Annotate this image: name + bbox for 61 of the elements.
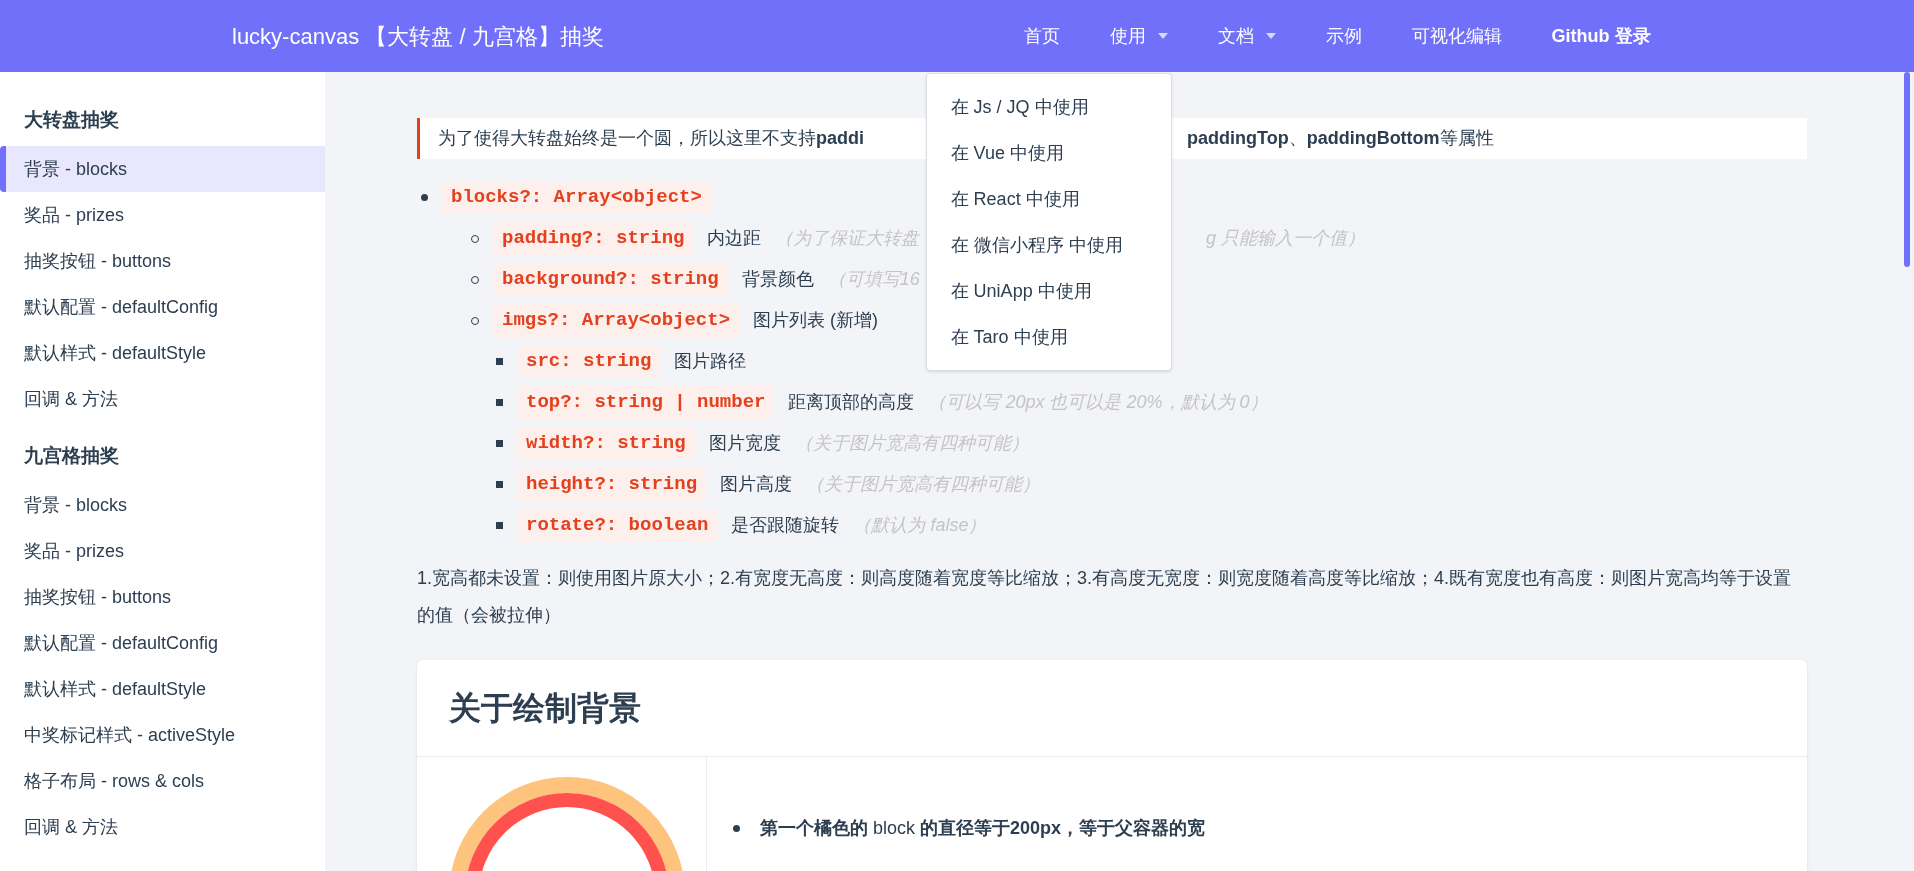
sidebar-item[interactable]: 背景 - blocks bbox=[0, 146, 325, 192]
nav-link[interactable]: 首页 bbox=[1023, 22, 1060, 50]
caret-icon bbox=[1265, 33, 1276, 39]
sidebar-item[interactable]: 默认样式 - defaultStyle bbox=[0, 330, 325, 376]
card-title: 关于绘制背景 bbox=[417, 660, 1807, 757]
sidebar-heading: 九宫格抽奖 bbox=[23, 443, 120, 468]
code-token: height?: string bbox=[517, 468, 707, 501]
property-description: 是否跟随旋转 bbox=[731, 514, 840, 537]
caret-icon bbox=[1157, 33, 1168, 39]
menu-item[interactable]: 在 UniApp 中使用 bbox=[926, 267, 1171, 314]
paragraph: 1.宽高都未设置：则使用图片原大小；2.有宽度无高度：则高度随着宽度等比缩放；3.有高度无宽度：则宽度随着高度等比缩放；4.既有宽度也有高度：则图片宽高均等于设置的值（会被拉伸） bbox=[417, 567, 1793, 627]
bullet-icon bbox=[496, 358, 503, 365]
sidebar-heading: 大转盘抽奖 bbox=[23, 107, 120, 132]
code-token: src: string bbox=[517, 345, 661, 378]
tip-text: paddingTop、paddingBottom等属性 bbox=[1187, 127, 1494, 150]
code-token: imgs?: Array<object> bbox=[493, 304, 740, 337]
scrollbar-thumb[interactable] bbox=[1904, 72, 1910, 267]
code-token: rotate?: boolean bbox=[517, 509, 718, 542]
bullet-icon bbox=[496, 481, 503, 488]
menu-item[interactable]: 在 React 中使用 bbox=[926, 175, 1171, 222]
tip-text: 为了使得大转盘始终是一个圆，所以这里不支持paddi bbox=[438, 127, 865, 150]
menu-item[interactable]: 在 Taro 中使用 bbox=[926, 313, 1171, 360]
property-description: 图片宽度 bbox=[708, 432, 781, 455]
bullet-icon bbox=[496, 440, 503, 447]
menu-item[interactable]: 在 Vue 中使用 bbox=[926, 129, 1171, 176]
sidebar-item[interactable]: 中奖标记样式 - activeStyle bbox=[0, 712, 325, 758]
code-token: padding?: string bbox=[493, 222, 694, 255]
bullet-icon bbox=[496, 399, 503, 406]
sidebar-item[interactable]: 默认配置 - defaultConfig bbox=[0, 284, 325, 330]
sidebar-item[interactable]: 默认配置 - defaultConfig bbox=[0, 620, 325, 666]
nav-dropdown[interactable]: 文档 bbox=[1217, 22, 1276, 50]
bullet-icon bbox=[496, 522, 503, 529]
sidebar-item[interactable]: 默认样式 - defaultStyle bbox=[0, 666, 325, 712]
property-description: 图片路径 bbox=[674, 350, 747, 373]
sidebar-item[interactable]: 奖品 - prizes bbox=[0, 192, 325, 238]
bullet-text: 第一个橘色的 block 的直径等于200px，等于父容器的宽 bbox=[760, 817, 1206, 840]
site-title: lucky-canvas 【大转盘 / 九宫格】抽奖 bbox=[232, 22, 604, 51]
sidebar-item[interactable]: 回调 & 方法 bbox=[0, 804, 325, 850]
sidebar-item[interactable]: 奖品 - prizes bbox=[0, 528, 325, 574]
bullet-icon bbox=[733, 825, 740, 832]
property-description: 背景颜色 bbox=[741, 268, 814, 291]
property-description: 图片列表 (新增) bbox=[753, 309, 879, 332]
nav-link[interactable]: 示例 bbox=[1325, 22, 1362, 50]
nav-dropdown[interactable]: 使用 bbox=[1109, 22, 1168, 50]
sidebar-item[interactable]: 回调 & 方法 bbox=[0, 376, 325, 422]
menu-item[interactable]: 在 Js / JQ 中使用 bbox=[926, 83, 1171, 130]
bullet-icon bbox=[421, 194, 428, 201]
sidebar-item[interactable]: 抽奖按钮 - buttons bbox=[0, 574, 325, 620]
nav-link[interactable]: 可视化编辑 bbox=[1411, 22, 1502, 50]
login-link[interactable]: Github 登录 bbox=[1551, 22, 1651, 50]
menu-item[interactable]: 在 微信小程序 中使用 bbox=[926, 221, 1171, 268]
code-token: top?: string | number bbox=[517, 386, 775, 419]
code-token: background?: string bbox=[493, 263, 728, 296]
sidebar-item[interactable]: 背景 - blocks bbox=[0, 482, 325, 528]
sidebar-item[interactable]: 格子布局 - rows & cols bbox=[0, 758, 325, 804]
property-description: 图片高度 bbox=[720, 473, 793, 496]
property-description: 内边距 bbox=[707, 227, 762, 250]
property-description: 距离顶部的高度 bbox=[788, 391, 915, 414]
sidebar-item[interactable]: 抽奖按钮 - buttons bbox=[0, 238, 325, 284]
code-token: blocks?: Array<object> bbox=[442, 181, 711, 214]
code-token: width?: string bbox=[517, 427, 695, 460]
